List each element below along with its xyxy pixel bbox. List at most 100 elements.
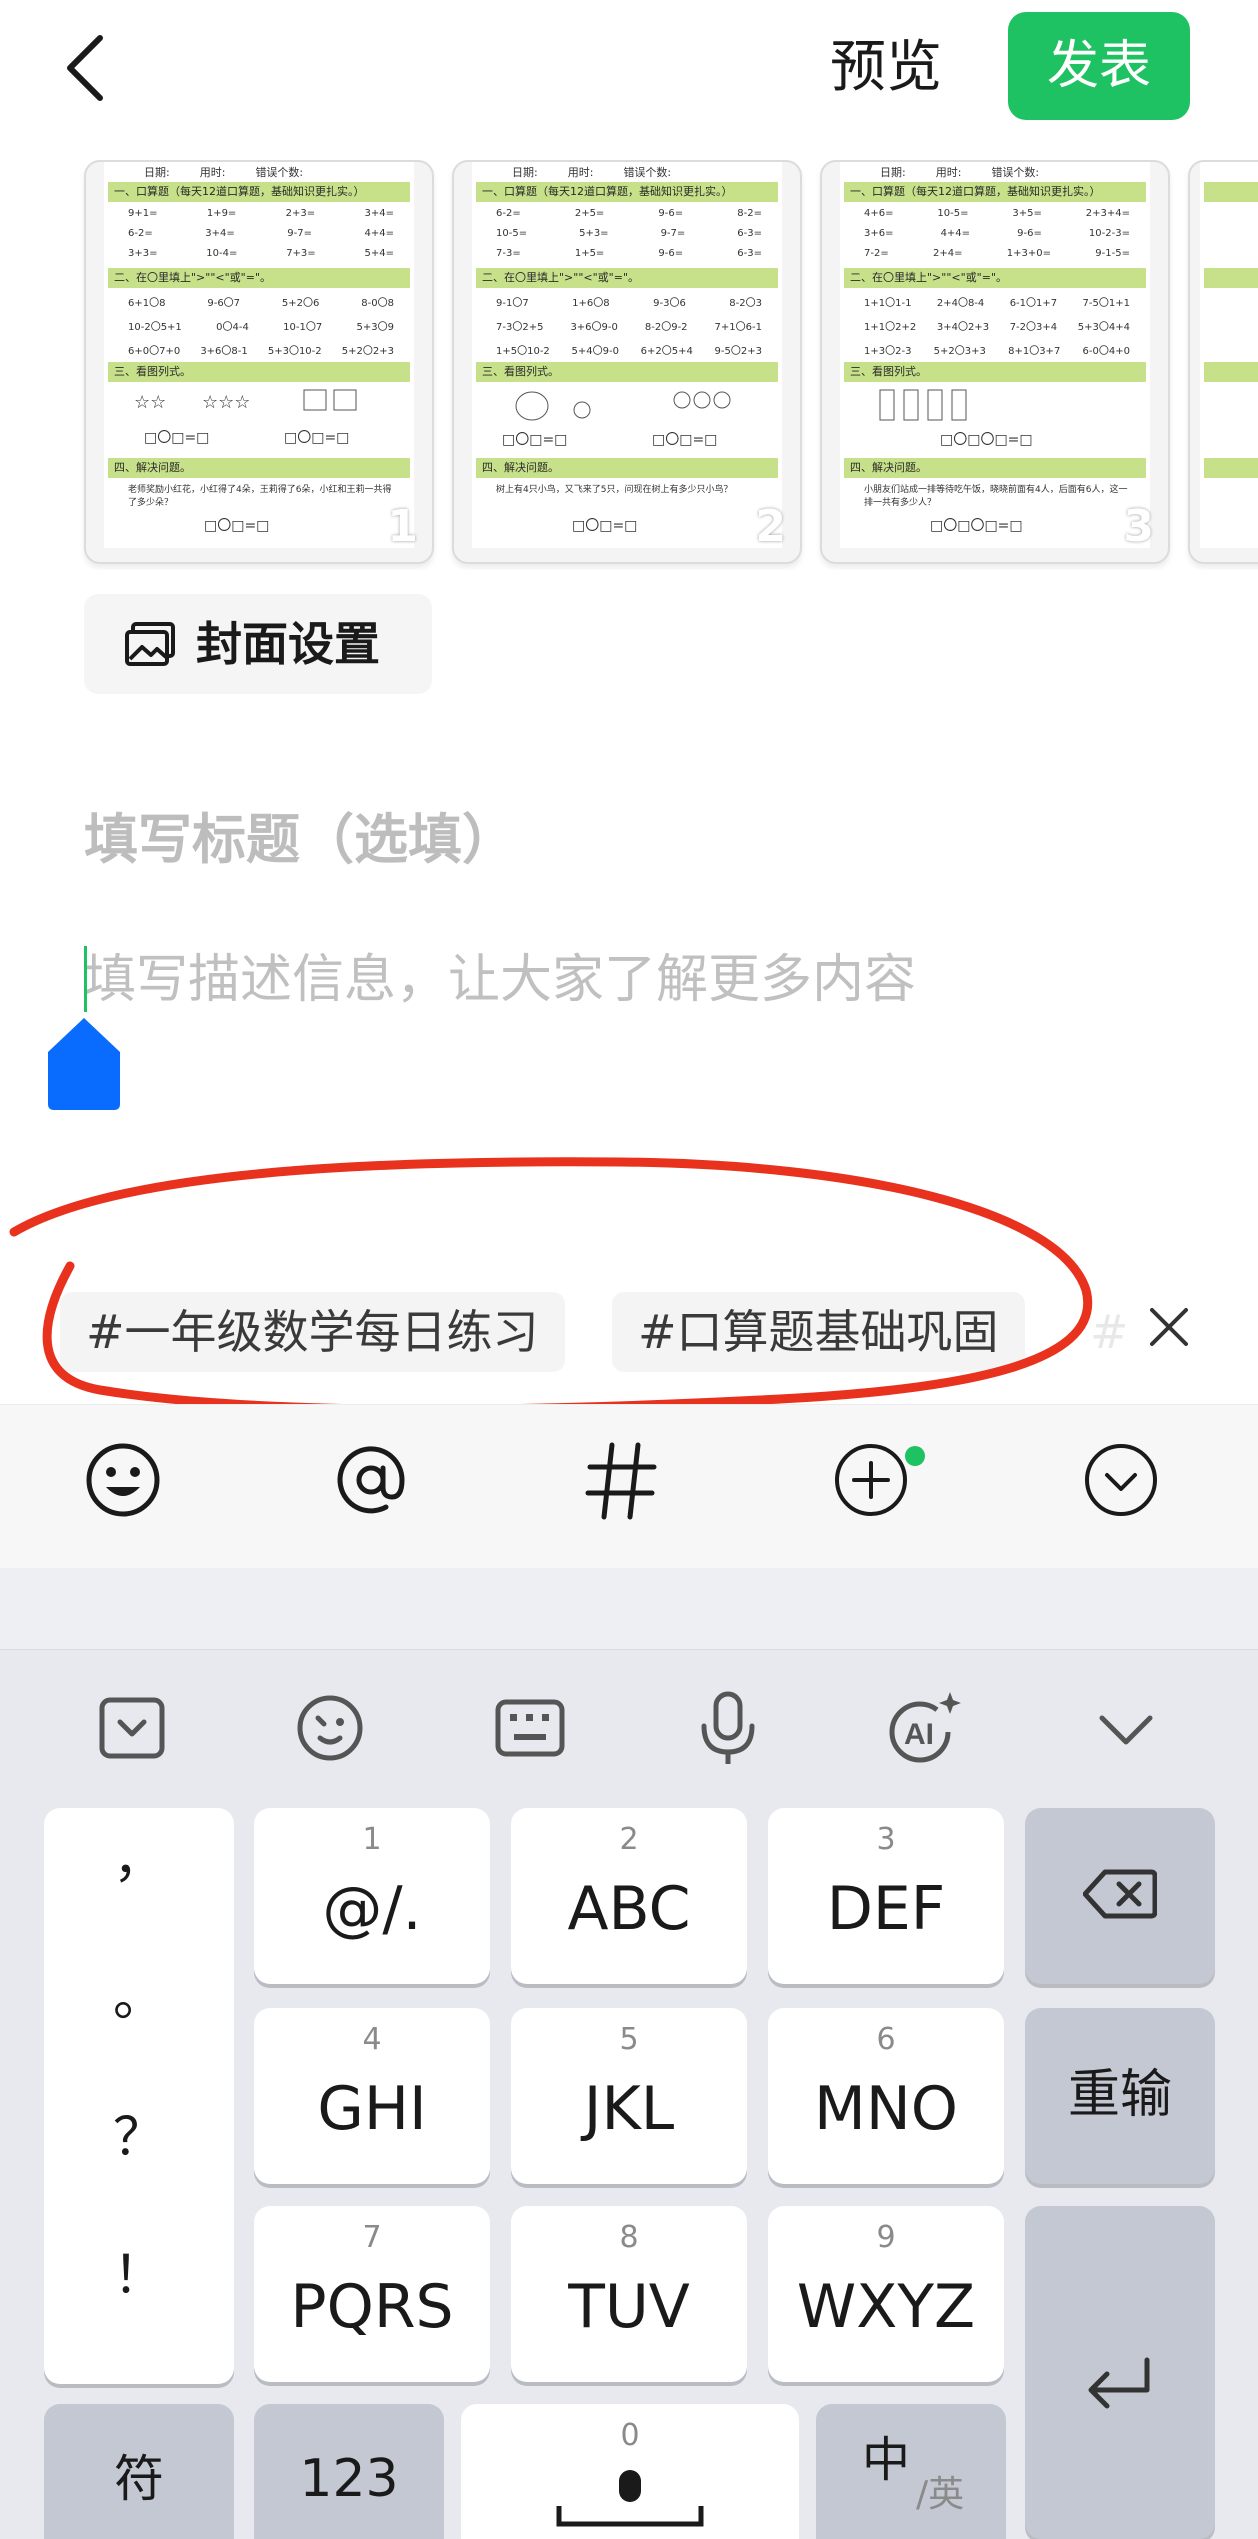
space-key[interactable]: 0 <box>461 2404 799 2539</box>
key-number: 9 <box>876 2220 896 2255</box>
word-problem: 老师奖励小红花，小红得了4朵，王莉得了6朵，小红和王莉一共得了多少朵？ <box>128 485 392 508</box>
preview-button[interactable]: 预览 <box>830 28 942 108</box>
publish-button[interactable]: 发表 <box>1008 12 1190 120</box>
thumbnail-page-2[interactable]: 日期: 用时: 错误个数: 一、口算题（每天12道口算题，基础知识更扎实。） 6-2… <box>452 160 802 564</box>
problem: 7+3= <box>286 248 316 259</box>
chevron-left-icon <box>67 35 103 101</box>
cover-settings-button[interactable]: 封面设置 <box>84 594 432 694</box>
collapse-icon[interactable] <box>1076 1435 1166 1525</box>
key-2[interactable]: 2 ABC <box>511 1808 747 1984</box>
comma-key[interactable]: ， <box>44 1830 234 1890</box>
title-input[interactable]: 填写标题（选填） <box>84 800 516 880</box>
key-9[interactable]: 9 WXYZ <box>768 2206 1004 2382</box>
symbol-key[interactable]: 符 <box>44 2404 234 2539</box>
ai-icon[interactable]: AI <box>884 1688 964 1768</box>
problem: 5+2〇3+3 <box>933 346 986 356</box>
worksheet-row: 7-3= 1+5= 9-6= 6-3= <box>496 248 762 262</box>
close-icon[interactable] <box>1148 1306 1190 1348</box>
number-key[interactable]: 123 <box>254 2404 444 2539</box>
problem: 6+2〇5+4 <box>640 346 693 356</box>
problem: 6-2= <box>496 208 521 219</box>
enter-key[interactable] <box>1025 2206 1215 2539</box>
problem: 9-6= <box>1017 228 1042 239</box>
topic-chip[interactable]: #一年级数学每日练习 <box>60 1292 565 1372</box>
problem: 6-2= <box>128 228 153 239</box>
thumbnail-page-3[interactable]: 日期: 用时: 错误个数: 一、口算题（每天12道口算题，基础知识更扎实。） 4+6… <box>820 160 1170 564</box>
chevron-down-icon[interactable] <box>1086 1688 1166 1768</box>
microphone-icon[interactable] <box>688 1688 768 1768</box>
problem: 2+5= <box>574 208 605 219</box>
period-key[interactable]: 。 <box>44 1968 234 2028</box>
problem: 3+5= <box>1012 208 1042 219</box>
key-4[interactable]: 4 GHI <box>254 2008 490 2184</box>
problem: 7-3= <box>496 248 521 259</box>
keyboard-layout-icon[interactable] <box>490 1688 570 1768</box>
backspace-icon <box>1083 1869 1157 1919</box>
problem: 5+4= <box>364 248 394 259</box>
key-letters: @/. <box>322 1874 422 1944</box>
answer-boxes: □〇□〇□=□ <box>930 518 1023 534</box>
hashtag-icon[interactable] <box>576 1435 666 1525</box>
key-number: 5 <box>619 2022 639 2057</box>
exclamation-key[interactable]: ！ <box>44 2246 234 2306</box>
backspace-key[interactable] <box>1025 1808 1215 1984</box>
problem: 9-6= <box>658 248 684 259</box>
topic-chip[interactable]: #口算题基础巩固 <box>612 1292 1025 1372</box>
key-1[interactable]: 1 @/. <box>254 1808 490 1984</box>
worksheet-section-4: 四、解决问题。 <box>844 458 1146 478</box>
key-6[interactable]: 6 MNO <box>768 2008 1004 2184</box>
worksheet-section-4: 四、解决问题。 <box>108 458 410 478</box>
worksheet-row: 1+1〇2+2 3+4〇2+3 7-2〇3+4 5+3〇4+4 <box>864 318 1130 332</box>
keyboard-hide-icon[interactable] <box>92 1688 172 1768</box>
problem: 10-2〇5+1 <box>128 322 182 332</box>
picture-problem-illustration: □〇□〇□=□ <box>879 389 1033 448</box>
problem: 9-6= <box>658 208 684 219</box>
time-label: 用时: <box>199 166 226 179</box>
key-letters: GHI <box>317 2074 427 2144</box>
svg-text:☆☆: ☆☆ <box>134 392 166 413</box>
punctuation-column[interactable]: ， 。 ？ ！ <box>44 1808 234 2384</box>
problem: 4+4= <box>940 228 971 239</box>
symbol-key-label: 符 <box>114 2450 164 2508</box>
picture-problem-illustration: □〇□=□ □〇□=□ <box>502 391 731 448</box>
problem: 8-2〇3 <box>729 298 762 308</box>
problem: 7-2〇3+4 <box>1009 322 1058 332</box>
problem: 9-5〇2+3 <box>714 346 762 356</box>
time-label: 用时: <box>935 166 962 179</box>
thumbnail-page-1[interactable]: 日期: 用时: 错误个数: 一、口算题（每天12道口算题，基础知识更扎实。） 9+1… <box>84 160 434 564</box>
svg-text:□〇□=□: □〇□=□ <box>144 430 209 446</box>
topic-chip-overflow: # <box>1090 1305 1129 1359</box>
problem: 3+6= <box>864 228 894 239</box>
worksheet-row: 6+1〇8 9-6〇7 5+2〇6 8-0〇8 <box>128 294 394 308</box>
key-5[interactable]: 5 JKL <box>511 2008 747 2184</box>
microphone-icon <box>556 2470 704 2527</box>
worksheet-row: 10-5= 5+3= 9-7= 6-3= <box>496 228 762 242</box>
problem: 7-5〇1+1 <box>1082 298 1130 308</box>
question-key[interactable]: ？ <box>44 2108 234 2168</box>
image-thumbnail-strip[interactable]: 日期: 用时: 错误个数: 一、口算题（每天12道口算题，基础知识更扎实。） 9+1… <box>0 160 1258 570</box>
problem: 2+4〇8-4 <box>936 298 985 308</box>
emoji-icon[interactable] <box>78 1435 168 1525</box>
description-input[interactable]: 填写描述信息，让大家了解更多内容 <box>84 940 916 1020</box>
add-icon[interactable] <box>826 1435 916 1525</box>
problem: 9-6〇7 <box>207 298 241 308</box>
key-number: 6 <box>876 2022 896 2057</box>
svg-text:□〇□=□: □〇□=□ <box>652 432 717 448</box>
reset-input-key[interactable]: 重输 <box>1025 2008 1215 2184</box>
sticker-icon[interactable] <box>290 1688 370 1768</box>
key-7[interactable]: 7 PQRS <box>254 2206 490 2382</box>
key-letters: MNO <box>814 2074 958 2144</box>
worksheet-row: 3+3= 10-4= 7+3= 5+4= <box>128 248 394 262</box>
worksheet-section-1: 一、口算题（每天12道口算题，基础知识更扎实。） <box>844 182 1146 202</box>
language-switch-key[interactable]: 中 /英 <box>816 2404 1006 2539</box>
key-8[interactable]: 8 TUV <box>511 2206 747 2382</box>
key-3[interactable]: 3 DEF <box>768 1808 1004 1984</box>
problem: 10-4= <box>206 248 238 259</box>
back-button[interactable] <box>58 30 118 106</box>
problem: 2+3+4= <box>1085 208 1130 219</box>
thumbnail-page-4-partial[interactable] <box>1188 160 1258 564</box>
cursor-handle-icon[interactable] <box>48 1018 120 1110</box>
problem: 3+4= <box>205 228 235 239</box>
at-icon[interactable] <box>326 1435 416 1525</box>
worksheet-section-2: 二、在〇里填上">""<"或"="。 <box>108 268 410 288</box>
